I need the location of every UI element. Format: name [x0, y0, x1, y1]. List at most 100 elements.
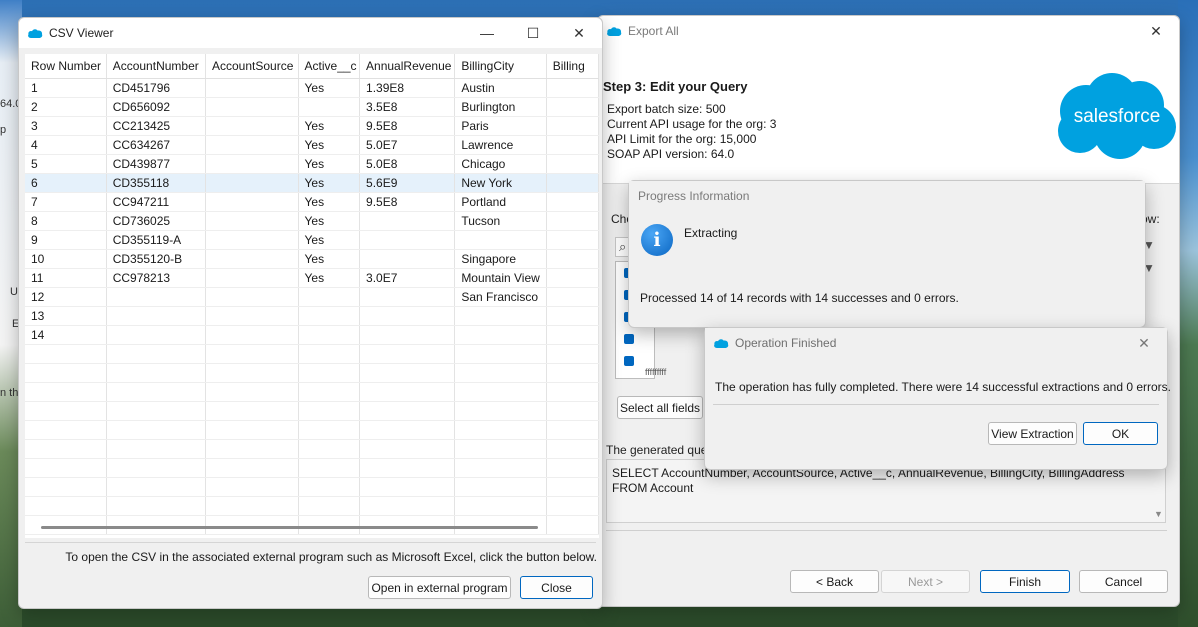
table-cell: 1 — [25, 78, 107, 98]
table-cell: CD355118 — [106, 173, 206, 193]
table-row[interactable]: 8 CD736025 Yes Tucson — [25, 211, 599, 231]
table-cell: 10 — [25, 249, 107, 269]
table-row[interactable] — [25, 363, 599, 383]
maximize-icon[interactable]: ☐ — [510, 18, 556, 48]
table-row[interactable]: 4 CC634267 Yes 5.0E7 Lawrence — [25, 135, 599, 155]
table-row[interactable] — [25, 344, 599, 364]
table-cell — [359, 420, 456, 440]
table-cell: Yes — [298, 154, 361, 174]
close-button[interactable]: Close — [520, 576, 593, 599]
table-cell — [546, 420, 599, 440]
table-cell — [205, 230, 299, 250]
table-row[interactable] — [25, 458, 599, 478]
dialog-separator — [713, 404, 1159, 405]
finish-message: The operation has fully completed. There… — [715, 380, 1172, 394]
table-cell — [454, 496, 547, 516]
field-checkbox[interactable] — [624, 334, 634, 344]
column-header[interactable]: Active__c — [298, 54, 361, 79]
table-cell — [298, 306, 361, 326]
table-row[interactable] — [25, 382, 599, 402]
table-cell — [106, 420, 206, 440]
table-row[interactable]: 3 CC213425 Yes 9.5E8 Paris — [25, 116, 599, 136]
ok-button[interactable]: OK — [1083, 422, 1158, 445]
table-row[interactable] — [25, 477, 599, 497]
table-cell: Yes — [298, 249, 361, 269]
table-cell — [25, 420, 107, 440]
table-row[interactable]: 7 CC947211 Yes 9.5E8 Portland — [25, 192, 599, 212]
view-extraction-button[interactable]: View Extraction — [988, 422, 1077, 445]
table-cell — [546, 135, 599, 155]
table-row[interactable] — [25, 496, 599, 516]
select-all-fields-button[interactable]: Select all fields — [617, 396, 703, 419]
table-cell: 3.5E8 — [359, 97, 456, 117]
table-row[interactable]: 2 CD656092 3.5E8 Burlington — [25, 97, 599, 117]
table-row[interactable]: 10 CD355120-B Yes Singapore — [25, 249, 599, 269]
table-row[interactable]: 11 CC978213 Yes 3.0E7 Mountain View — [25, 268, 599, 288]
scroll-down-arrow-icon[interactable]: ▼ — [1154, 509, 1163, 519]
open-external-program-button[interactable]: Open in external program — [368, 576, 511, 599]
table-cell: Portland — [454, 192, 547, 212]
table-cell: 2 — [25, 97, 107, 117]
table-cell: San Francisco — [454, 287, 547, 307]
table-row[interactable] — [25, 401, 599, 421]
column-header[interactable]: AccountSource — [205, 54, 299, 79]
horizontal-scrollbar[interactable] — [41, 526, 538, 529]
table-cell — [359, 249, 456, 269]
table-cell: CD355119-A — [106, 230, 206, 250]
table-cell — [205, 382, 299, 402]
table-cell — [359, 458, 456, 478]
table-cell — [546, 211, 599, 231]
table-cell — [205, 154, 299, 174]
table-cell — [298, 97, 361, 117]
table-cell — [106, 363, 206, 383]
close-dialog-button[interactable]: ✕ — [1121, 328, 1167, 358]
finish-button[interactable]: Finish — [980, 570, 1070, 593]
table-cell: Paris — [454, 116, 547, 136]
table-cell: Yes — [298, 230, 361, 250]
table-cell — [546, 363, 599, 383]
csv-grid[interactable]: Row Number AccountNumber AccountSource Acti… — [25, 54, 599, 538]
column-header[interactable]: AccountNumber — [106, 54, 206, 79]
search-icon: ⌕ — [619, 239, 627, 254]
table-cell — [106, 306, 206, 326]
next-button[interactable]: Next > — [881, 570, 970, 593]
table-row[interactable] — [25, 439, 599, 459]
table-row[interactable] — [25, 515, 599, 535]
back-button[interactable]: < Back — [790, 570, 879, 593]
table-cell: 5.6E9 — [359, 173, 456, 193]
table-cell — [205, 116, 299, 136]
table-cell: 5 — [25, 154, 107, 174]
table-cell — [359, 287, 456, 307]
cancel-button[interactable]: Cancel — [1079, 570, 1168, 593]
table-cell — [298, 439, 361, 459]
table-row[interactable]: 12 San Francisco — [25, 287, 599, 307]
table-cell: Yes — [298, 116, 361, 136]
field-checkbox[interactable] — [624, 356, 634, 366]
table-cell — [546, 249, 599, 269]
column-header[interactable]: Row Number — [25, 54, 107, 79]
progress-message: Processed 14 of 14 records with 14 succe… — [640, 291, 959, 305]
table-cell: CD656092 — [106, 97, 206, 117]
table-row[interactable]: 1 CD451796 Yes 1.39E8 Austin — [25, 78, 599, 98]
close-window-button[interactable]: ✕ — [1133, 16, 1179, 46]
column-header[interactable]: BillingCity — [454, 54, 547, 79]
column-header[interactable]: AnnualRevenue — [359, 54, 456, 79]
table-cell — [359, 401, 456, 421]
table-cell: Austin — [454, 78, 547, 98]
close-window-button[interactable]: ✕ — [556, 18, 602, 48]
table-cell — [106, 515, 206, 535]
table-cell — [25, 496, 107, 516]
table-row[interactable]: 14 — [25, 325, 599, 345]
table-row[interactable]: 13 — [25, 306, 599, 326]
table-row[interactable]: 9 CD355119-A Yes — [25, 230, 599, 250]
table-row[interactable]: 5 CD439877 Yes 5.0E8 Chicago — [25, 154, 599, 174]
minimize-icon[interactable]: — — [464, 18, 510, 48]
export-titlebar: Export All ✕ — [598, 16, 1179, 46]
table-cell — [546, 287, 599, 307]
table-row[interactable]: 6 CD355118 Yes 5.6E9 New York — [25, 173, 599, 193]
table-cell — [205, 420, 299, 440]
table-cell — [205, 439, 299, 459]
table-row[interactable] — [25, 420, 599, 440]
column-header[interactable]: Billing — [546, 54, 599, 79]
table-cell — [454, 325, 547, 345]
